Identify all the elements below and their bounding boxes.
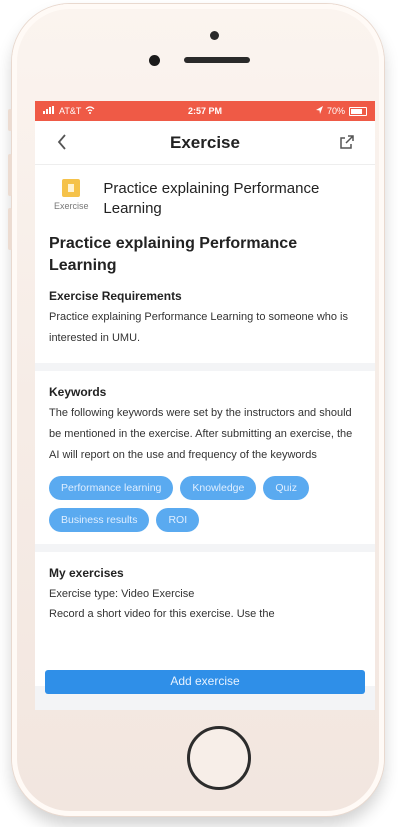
add-exercise-button[interactable]: Add exercise (45, 670, 365, 694)
battery-icon (349, 106, 367, 116)
keyword-tags: Performance learning Knowledge Quiz Busi… (49, 476, 361, 532)
volume-up-button (8, 154, 12, 196)
keyword-tag[interactable]: Knowledge (180, 476, 257, 500)
exercise-info-card: Exercise Practice explaining Performance… (35, 165, 375, 363)
keyword-tag[interactable]: Performance learning (49, 476, 174, 500)
exercise-instruction-text: Record a short video for this exercise. … (49, 608, 275, 620)
status-bar: AT&T 2:57 PM 70% (35, 101, 375, 121)
requirements-heading: Exercise Requirements (49, 289, 182, 303)
chevron-left-icon[interactable] (57, 134, 67, 155)
front-camera (149, 55, 160, 66)
home-button[interactable] (187, 726, 251, 790)
keywords-card: Keywords The following keywords were set… (35, 371, 375, 544)
share-icon[interactable] (339, 134, 355, 155)
keyword-tag[interactable]: Business results (49, 508, 150, 532)
exercise-type-text: Exercise type: Video Exercise (49, 588, 195, 600)
keywords-text: The following keywords were set by the i… (49, 407, 353, 461)
app-screen: AT&T 2:57 PM 70% Exercise Exercise Pract… (35, 101, 375, 710)
keyword-tag[interactable]: ROI (156, 508, 200, 532)
exercise-header-title: Practice explaining Performance Learning (103, 180, 320, 217)
nav-bar: Exercise (35, 121, 375, 165)
volume-down-button (8, 208, 12, 250)
exercise-icon (62, 179, 81, 197)
mute-switch (8, 109, 12, 131)
requirements-text: Practice explaining Performance Learning… (49, 311, 348, 344)
exercise-icon-label: Exercise (53, 201, 89, 211)
keyword-tag[interactable]: Quiz (263, 476, 309, 500)
proximity-sensor (210, 31, 219, 40)
exercise-title: Practice explaining Performance Learning (49, 235, 298, 274)
earpiece-speaker (184, 57, 250, 63)
exercise-header: Exercise Practice explaining Performance… (49, 179, 361, 219)
status-time: 2:57 PM (187, 106, 222, 116)
keywords-heading: Keywords (49, 385, 107, 399)
page-title: Exercise (170, 132, 240, 152)
my-exercises-card: My exercises Exercise type: Video Exerci… (35, 552, 375, 694)
my-exercises-heading: My exercises (49, 566, 124, 580)
